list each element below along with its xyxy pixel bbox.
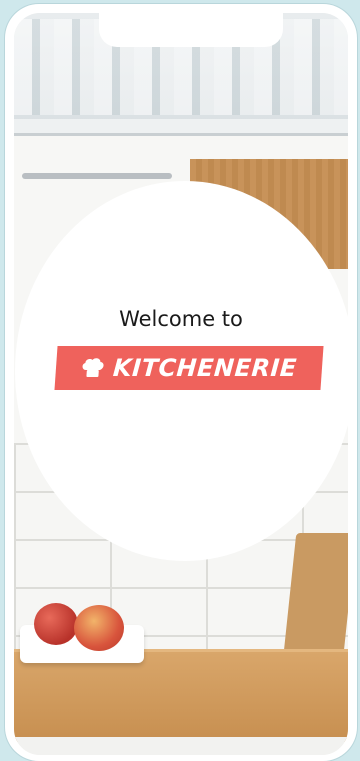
phone-frame: Welcome to KITCHENERIE [5,4,357,761]
brand-name: KITCHENERIE [112,354,298,382]
background-utensil-rail [22,173,172,179]
welcome-greeting: Welcome to [119,307,243,331]
chef-hat-icon [82,358,104,377]
phone-notch [99,13,283,47]
background-apple [74,605,124,651]
background-apple [34,603,78,645]
background-counter-front [14,737,348,755]
app-screen: Welcome to KITCHENERIE [14,13,348,755]
background-cutting-board [283,533,348,653]
background-shelf [14,119,348,136]
brand-logo: KITCHENERIE [54,346,324,390]
